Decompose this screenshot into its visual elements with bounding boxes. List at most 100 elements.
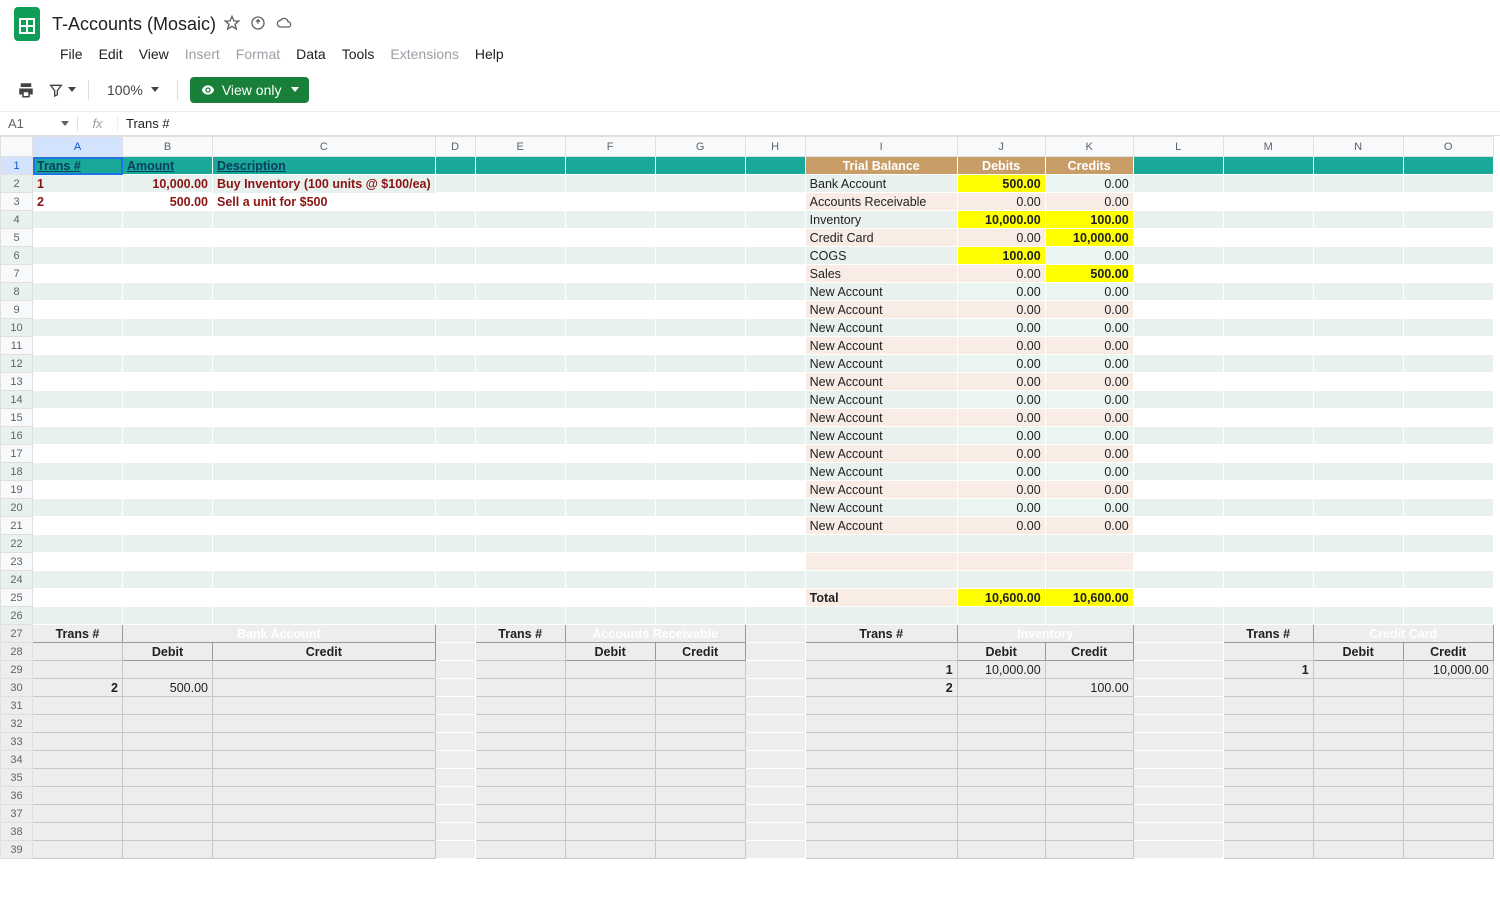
row-header[interactable]: 37 (1, 805, 33, 823)
col-header-M[interactable]: M (1223, 137, 1313, 157)
cell[interactable] (1313, 355, 1403, 373)
cell[interactable] (1223, 247, 1313, 265)
cell[interactable] (213, 265, 436, 283)
tacct-title[interactable]: Bank Account (123, 625, 436, 643)
cell[interactable] (565, 715, 655, 733)
cell[interactable]: 0.00 (1045, 175, 1133, 193)
cell[interactable] (213, 805, 436, 823)
cell[interactable]: 10,000.00 (1403, 661, 1493, 679)
cell[interactable]: Sales (805, 265, 957, 283)
cell[interactable] (1223, 175, 1313, 193)
cell[interactable] (745, 535, 805, 553)
cell[interactable] (435, 607, 475, 625)
cell[interactable] (1403, 427, 1493, 445)
cell[interactable] (1403, 229, 1493, 247)
cell[interactable] (805, 769, 957, 787)
cell[interactable] (655, 409, 745, 427)
cell[interactable]: 0.00 (957, 373, 1045, 391)
cell[interactable] (655, 247, 745, 265)
col-header-I[interactable]: I (805, 137, 957, 157)
cell[interactable] (123, 247, 213, 265)
cell[interactable] (33, 715, 123, 733)
cell[interactable] (123, 445, 213, 463)
cell[interactable]: Credit (1403, 643, 1493, 661)
cell[interactable] (1133, 247, 1223, 265)
cell[interactable] (1403, 805, 1493, 823)
cell[interactable] (435, 661, 475, 679)
cell[interactable] (123, 589, 213, 607)
cell[interactable] (1223, 823, 1313, 841)
cell[interactable] (435, 247, 475, 265)
cell[interactable] (213, 841, 436, 859)
cell[interactable] (745, 823, 805, 841)
cell[interactable] (1045, 715, 1133, 733)
cell[interactable] (745, 373, 805, 391)
cell[interactable] (435, 715, 475, 733)
cell[interactable] (565, 787, 655, 805)
cell[interactable] (1313, 607, 1403, 625)
row-header[interactable]: 24 (1, 571, 33, 589)
cell[interactable]: 10,000.00 (957, 661, 1045, 679)
cell[interactable] (655, 283, 745, 301)
row-header[interactable]: 8 (1, 283, 33, 301)
cell[interactable]: 10,000.00 (123, 175, 213, 193)
cell[interactable] (33, 661, 123, 679)
cell[interactable] (1403, 787, 1493, 805)
cell[interactable]: Debit (1313, 643, 1403, 661)
row-header[interactable]: 15 (1, 409, 33, 427)
cell[interactable] (565, 733, 655, 751)
row-header[interactable]: 1 (1, 157, 33, 175)
cell[interactable] (475, 607, 565, 625)
cell[interactable] (1223, 337, 1313, 355)
cell[interactable] (1133, 733, 1223, 751)
cell[interactable]: Trial Balance (805, 157, 957, 175)
cell[interactable] (33, 751, 123, 769)
cell[interactable] (123, 355, 213, 373)
cell[interactable]: New Account (805, 319, 957, 337)
print-icon[interactable] (12, 76, 40, 104)
cell[interactable] (565, 805, 655, 823)
cell[interactable] (1403, 535, 1493, 553)
cell[interactable] (565, 697, 655, 715)
cell[interactable] (745, 571, 805, 589)
cell[interactable]: 0.00 (957, 319, 1045, 337)
cell[interactable] (565, 589, 655, 607)
cell[interactable] (1223, 553, 1313, 571)
cell[interactable] (213, 769, 436, 787)
cell[interactable] (1223, 301, 1313, 319)
cell[interactable] (123, 661, 213, 679)
cell[interactable] (33, 823, 123, 841)
cell[interactable]: New Account (805, 427, 957, 445)
cell[interactable] (745, 355, 805, 373)
cell[interactable] (1133, 175, 1223, 193)
cell[interactable]: 0.00 (957, 391, 1045, 409)
cell[interactable]: 100.00 (957, 247, 1045, 265)
cell[interactable] (1223, 409, 1313, 427)
cell[interactable] (655, 481, 745, 499)
cell[interactable] (1223, 841, 1313, 859)
cell[interactable] (123, 373, 213, 391)
col-header-E[interactable]: E (475, 137, 565, 157)
cell[interactable]: 500.00 (123, 193, 213, 211)
cell[interactable] (957, 697, 1045, 715)
cell[interactable]: 0.00 (957, 229, 1045, 247)
cell[interactable] (1133, 607, 1223, 625)
cell[interactable] (1223, 355, 1313, 373)
cell[interactable] (213, 787, 436, 805)
cell[interactable] (1403, 445, 1493, 463)
cell[interactable] (33, 355, 123, 373)
cell[interactable] (33, 589, 123, 607)
cell[interactable] (123, 787, 213, 805)
cell[interactable] (655, 607, 745, 625)
cell[interactable] (565, 193, 655, 211)
cell[interactable] (123, 733, 213, 751)
cell[interactable] (123, 391, 213, 409)
cell[interactable]: Debits (957, 157, 1045, 175)
cell[interactable] (745, 391, 805, 409)
cell[interactable] (655, 355, 745, 373)
cell[interactable] (1403, 157, 1493, 175)
cell[interactable] (1133, 391, 1223, 409)
cell[interactable] (1133, 463, 1223, 481)
cell[interactable] (1133, 427, 1223, 445)
menu-extensions[interactable]: Extensions (382, 42, 466, 66)
